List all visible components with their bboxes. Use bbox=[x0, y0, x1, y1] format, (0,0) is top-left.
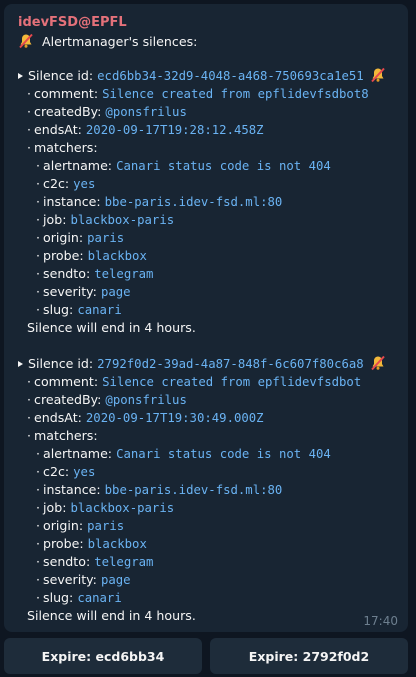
matcher-value[interactable]: bbe-paris.idev-fsd.ml:80 bbox=[105, 195, 283, 209]
matcher-key: c2c: bbox=[43, 176, 70, 191]
message-time: 17:40 bbox=[363, 614, 398, 628]
matcher-row: · c2c: yes bbox=[36, 464, 96, 479]
matcher-key: job: bbox=[43, 500, 67, 515]
comment-label: comment: bbox=[34, 374, 99, 389]
matcher-value[interactable]: blackbox bbox=[88, 249, 147, 263]
matcher-row: · origin: paris bbox=[36, 518, 125, 533]
matcher-row: · severity: page bbox=[36, 572, 131, 587]
matchers-label: matchers: bbox=[34, 140, 98, 155]
comment-line: · comment: Silence created from epflidevf… bbox=[27, 86, 369, 101]
matcher-value[interactable]: paris bbox=[87, 519, 124, 533]
matcher-value[interactable]: page bbox=[101, 573, 131, 587]
matcher-key: instance: bbox=[43, 194, 101, 209]
muted-bell-icon bbox=[370, 67, 386, 83]
matcher-value[interactable]: telegram bbox=[94, 267, 153, 281]
matcher-key: alertname: bbox=[43, 446, 113, 461]
muted-bell-icon bbox=[18, 33, 34, 49]
silence-id-label: Silence id: bbox=[28, 356, 94, 371]
matcher-key: probe: bbox=[43, 248, 84, 263]
ends-at-label: endsAt: bbox=[34, 122, 82, 137]
created-by-line: · createdBy: @ponsfrilus bbox=[27, 392, 187, 407]
matcher-key: instance: bbox=[43, 482, 101, 497]
ends-at-value[interactable]: 2020-09-17T19:30:49.000Z bbox=[86, 411, 264, 425]
matcher-row: · slug: canari bbox=[36, 590, 122, 605]
matcher-key: origin: bbox=[43, 230, 84, 245]
created-by-value[interactable]: @ponsfrilus bbox=[105, 105, 186, 119]
matcher-value[interactable]: blackbox bbox=[88, 537, 147, 551]
ends-at-line: · endsAt: 2020-09-17T19:30:49.000Z bbox=[27, 410, 264, 425]
expire-button-1[interactable]: Expire: ecd6bb34 bbox=[4, 638, 202, 674]
matcher-row: · probe: blackbox bbox=[36, 248, 147, 263]
matchers-line: · matchers: bbox=[27, 428, 98, 443]
matcher-key: sendto: bbox=[43, 266, 91, 281]
matcher-value[interactable]: bbe-paris.idev-fsd.ml:80 bbox=[105, 483, 283, 497]
silence-status: Silence will end in 4 hours. bbox=[27, 320, 196, 335]
comment-value[interactable]: Silence created from epflidevfsdbot8 bbox=[102, 87, 369, 101]
created-by-line: · createdBy: @ponsfrilus bbox=[27, 104, 187, 119]
silence-id-value[interactable]: 2792f0d2-39ad-4a87-848f-6c607f80c6a8 bbox=[97, 357, 364, 371]
matcher-row: · sendto: telegram bbox=[36, 266, 154, 281]
matcher-key: c2c: bbox=[43, 464, 70, 479]
matcher-key: severity: bbox=[43, 572, 97, 587]
matcher-value[interactable]: yes bbox=[73, 177, 95, 191]
silence-id-value[interactable]: ecd6bb34-32d9-4048-a468-750693ca1e51 bbox=[97, 69, 364, 83]
matcher-key: job: bbox=[43, 212, 67, 227]
matcher-key: alertname: bbox=[43, 158, 113, 173]
matcher-row: · instance: bbe-paris.idev-fsd.ml:80 bbox=[36, 194, 283, 209]
silence-status: Silence will end in 4 hours. bbox=[27, 608, 196, 623]
ends-at-value[interactable]: 2020-09-17T19:28:12.458Z bbox=[86, 123, 264, 137]
matcher-value[interactable]: canari bbox=[77, 591, 121, 605]
matcher-row: · c2c: yes bbox=[36, 176, 96, 191]
matcher-value[interactable]: yes bbox=[73, 465, 95, 479]
matchers-label: matchers: bbox=[34, 428, 98, 443]
sender-name[interactable]: idevFSD@EPFL bbox=[18, 15, 127, 30]
comment-value[interactable]: Silence created from epflidevfsdbot bbox=[102, 375, 361, 389]
matcher-value[interactable]: blackbox-paris bbox=[70, 213, 174, 227]
matcher-row: · severity: page bbox=[36, 284, 131, 299]
comment-label: comment: bbox=[34, 86, 99, 101]
matcher-value[interactable]: blackbox-paris bbox=[70, 501, 174, 515]
message-bubble: idevFSD@EPFL Alertmanager's silences: Si… bbox=[4, 4, 408, 632]
expand-triangle-icon bbox=[18, 73, 23, 79]
silence-id-line: Silence id: ecd6bb34-32d9-4048-a468-7506… bbox=[18, 67, 386, 85]
matcher-row: · origin: paris bbox=[36, 230, 125, 245]
matcher-value[interactable]: Canari status code is not 404 bbox=[116, 159, 331, 173]
created-by-value[interactable]: @ponsfrilus bbox=[105, 393, 186, 407]
matcher-key: sendto: bbox=[43, 554, 91, 569]
created-by-label: createdBy: bbox=[34, 104, 102, 119]
matcher-value[interactable]: Canari status code is not 404 bbox=[116, 447, 331, 461]
matcher-row: · alertname: Canari status code is not 40… bbox=[36, 158, 331, 173]
matcher-key: slug: bbox=[43, 302, 74, 317]
matcher-key: slug: bbox=[43, 590, 74, 605]
expire-button-2[interactable]: Expire: 2792f0d2 bbox=[210, 638, 408, 674]
silence-id-line: Silence id: 2792f0d2-39ad-4a87-848f-6c60… bbox=[18, 355, 386, 373]
comment-line: · comment: Silence created from epflidevf… bbox=[27, 374, 362, 389]
matcher-key: severity: bbox=[43, 284, 97, 299]
matcher-key: probe: bbox=[43, 536, 84, 551]
created-by-label: createdBy: bbox=[34, 392, 102, 407]
matcher-value[interactable]: page bbox=[101, 285, 131, 299]
matcher-row: · probe: blackbox bbox=[36, 536, 147, 551]
expand-triangle-icon bbox=[18, 361, 23, 367]
ends-at-label: endsAt: bbox=[34, 410, 82, 425]
matchers-line: · matchers: bbox=[27, 140, 98, 155]
matcher-row: · alertname: Canari status code is not 40… bbox=[36, 446, 331, 461]
matcher-row: · job: blackbox-paris bbox=[36, 212, 175, 227]
silence-id-label: Silence id: bbox=[28, 68, 94, 83]
ends-at-line: · endsAt: 2020-09-17T19:28:12.458Z bbox=[27, 122, 264, 137]
header-text: Alertmanager's silences: bbox=[42, 34, 198, 49]
matcher-row: · sendto: telegram bbox=[36, 554, 154, 569]
header-line: Alertmanager's silences: bbox=[18, 33, 197, 51]
matcher-value[interactable]: canari bbox=[77, 303, 121, 317]
matcher-key: origin: bbox=[43, 518, 84, 533]
matcher-row: · job: blackbox-paris bbox=[36, 500, 175, 515]
muted-bell-icon bbox=[370, 355, 386, 371]
matcher-row: · slug: canari bbox=[36, 302, 122, 317]
matcher-value[interactable]: telegram bbox=[94, 555, 153, 569]
matcher-row: · instance: bbe-paris.idev-fsd.ml:80 bbox=[36, 482, 283, 497]
matcher-value[interactable]: paris bbox=[87, 231, 124, 245]
